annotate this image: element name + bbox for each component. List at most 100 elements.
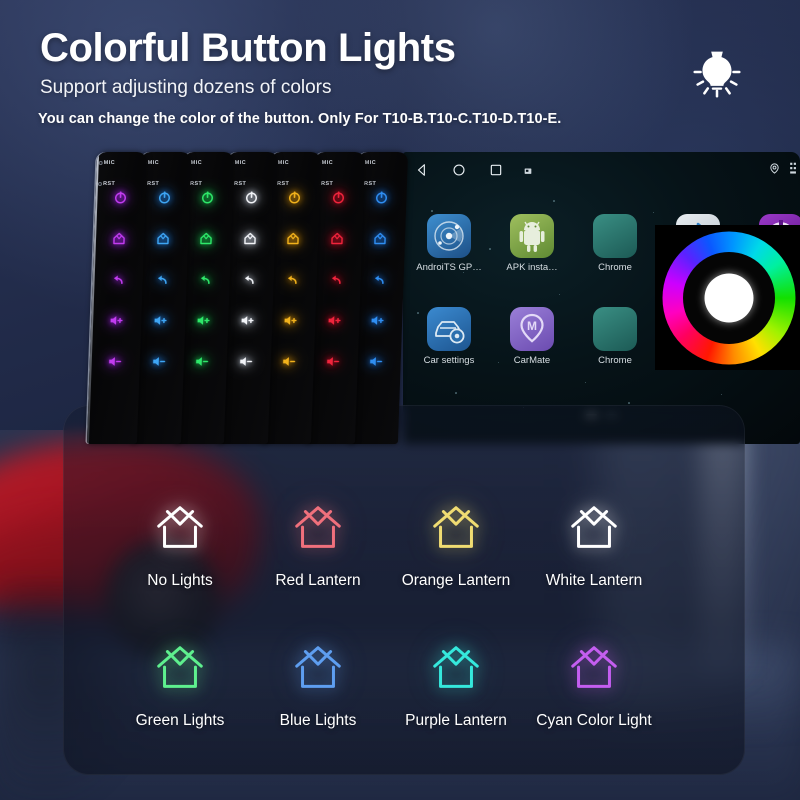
house-icon [433,646,479,688]
house-icon [295,646,341,688]
volume-up-icon-purple[interactable] [108,313,124,333]
light-option-label: Red Lantern [275,572,361,589]
mic-label: MIC [234,160,246,166]
volume-down-icon-purple[interactable] [107,354,123,374]
android-screen[interactable]: AndroiTS GP… APK insta… Chrome Car setti… [403,152,800,444]
mic-label: MIC [364,160,377,166]
back-icon-blue2[interactable] [371,272,387,292]
mic-label: MIC [103,160,116,166]
light-option-0[interactable]: No Lights [105,500,255,590]
light-option-label: No Lights [147,572,213,589]
light-option-1[interactable]: Red Lantern [243,500,393,590]
screenshot-icon[interactable] [523,166,533,176]
light-option-4[interactable]: Green Lights [105,640,255,730]
android-status-bar [403,152,800,184]
chrome-browser-icon[interactable] [593,307,637,351]
light-option-3[interactable]: White Lantern [519,500,669,590]
back-icon-green[interactable] [197,272,213,292]
back-icon-purple[interactable] [110,272,126,292]
power-icon-orange[interactable] [287,190,303,210]
lightbulb-icon [693,51,741,98]
power-icon-blue2[interactable] [374,190,390,210]
light-option-2[interactable]: Orange Lantern [381,500,531,590]
compatibility-note: You can change the color of the button. … [38,111,562,127]
svg-text:M: M [527,319,537,333]
app-gps-app-icon[interactable]: AndroiTS GP… [413,214,485,273]
color-wheel-selected-swatch[interactable] [704,273,753,322]
light-option-7[interactable]: Cyan Color Light [519,640,669,730]
home-icon-blue[interactable] [155,231,171,251]
signal-icon [790,162,796,174]
home-circle-icon[interactable] [452,163,466,177]
chrome-app-icon[interactable] [593,214,637,258]
volume-up-icon-orange[interactable] [282,313,298,333]
head-unit-device: MIC RST MIC RST MIC RST MIC RST MIC RST … [86,152,800,447]
volume-up-icon-blue[interactable] [152,313,168,333]
light-option-label: Purple Lantern [405,712,507,729]
home-icon-red[interactable] [329,231,345,251]
power-icon-blue[interactable] [156,190,172,210]
home-icon-orange[interactable] [285,231,301,251]
page-subtitle: Support adjusting dozens of colors [40,77,332,98]
app-chrome-app-icon[interactable]: Chrome [579,214,651,273]
light-option-6[interactable]: Purple Lantern [381,640,531,730]
rst-label: RST [102,181,116,187]
volume-up-icon-green[interactable] [195,313,211,333]
light-option-label: Orange Lantern [401,572,511,589]
house-icon [295,506,341,548]
light-option-5[interactable]: Blue Lights [243,640,393,730]
home-icon-blue2[interactable] [372,231,388,251]
volume-down-icon-red[interactable] [324,354,340,374]
home-icon-green[interactable] [198,231,214,251]
rst-label: RST [320,181,333,187]
recents-square-icon[interactable] [489,163,503,177]
house-icon [571,506,617,548]
apk-installer-icon[interactable] [510,214,554,258]
home-icon-white[interactable] [242,231,258,251]
power-icon-green[interactable] [200,190,216,210]
volume-down-icon-blue2[interactable] [368,354,384,374]
app-label: APK insta… [506,262,558,273]
volume-up-icon-blue2[interactable] [369,313,385,333]
gps-app-icon[interactable] [427,214,471,258]
button-panel-purple[interactable]: MIC RST [86,152,148,444]
app-label: Chrome [598,355,632,366]
home-icon-purple[interactable] [111,231,127,251]
back-icon-white[interactable] [240,272,256,292]
page-title: Colorful Button Lights [40,26,456,70]
app-label: Car settings [423,355,475,366]
mic-label: MIC [277,160,290,166]
mic-label: MIC [147,160,159,166]
color-wheel-picker[interactable] [655,225,800,370]
light-option-label: Green Lights [135,712,225,729]
app-label: Chrome [598,262,632,273]
volume-up-icon-red[interactable] [326,313,342,333]
carmate-app-icon[interactable]: M [510,307,554,351]
header: Colorful Button Lights Support adjusting… [0,0,800,150]
app-carmate-app-icon[interactable]: M CarMate [496,307,568,366]
car-settings-icon[interactable] [427,307,471,351]
volume-up-icon-white[interactable] [239,313,255,333]
back-icon-red[interactable] [327,272,343,292]
volume-down-icon-orange[interactable] [281,354,297,374]
mic-led [98,161,103,165]
back-icon-orange[interactable] [284,272,300,292]
house-icon [157,646,203,688]
back-triangle-icon[interactable] [415,163,429,177]
app-apk-installer-icon[interactable]: APK insta… [496,214,568,273]
power-icon-red[interactable] [330,190,346,210]
volume-down-icon-white[interactable] [237,354,253,374]
light-option-label: Cyan Color Light [536,712,652,729]
rst-label: RST [233,181,246,187]
volume-down-icon-green[interactable] [194,354,210,374]
house-icon [433,506,479,548]
rst-label: RST [146,181,159,187]
app-car-settings-icon[interactable]: Car settings [413,307,485,366]
back-icon-blue[interactable] [153,272,169,292]
volume-down-icon-blue[interactable] [150,354,166,374]
power-icon-purple[interactable] [113,190,129,210]
app-chrome-browser-icon[interactable]: Chrome [579,307,651,366]
rst-label: RST [276,181,290,187]
mic-label: MIC [321,160,333,166]
power-icon-white[interactable] [243,190,259,210]
